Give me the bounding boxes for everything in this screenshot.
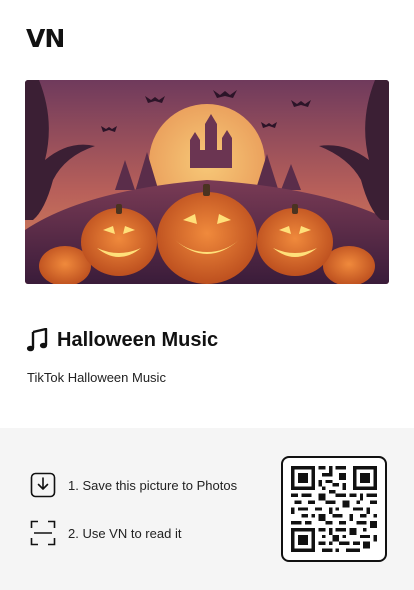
halloween-pumpkins-image xyxy=(25,80,389,284)
step-use-vn: 2. Use VN to read it xyxy=(30,519,181,547)
scan-icon xyxy=(30,520,56,546)
music-title-row: Halloween Music xyxy=(26,326,218,354)
step-use-vn-label: 2. Use VN to read it xyxy=(68,525,182,541)
step-save-picture: 1. Save this picture to Photos xyxy=(30,471,237,499)
step-save-label: 1. Save this picture to Photos xyxy=(68,477,238,493)
qr-code-icon xyxy=(291,466,377,552)
music-note-icon xyxy=(26,328,48,352)
qr-code xyxy=(281,456,387,562)
vn-logo: VN xyxy=(26,24,65,53)
music-title: Halloween Music xyxy=(57,329,219,351)
instructions-panel: 1. Save this picture to Photos 2. Use VN… xyxy=(0,428,414,590)
music-subtitle: TikTok Halloween Music xyxy=(27,370,166,385)
download-icon xyxy=(30,472,56,498)
